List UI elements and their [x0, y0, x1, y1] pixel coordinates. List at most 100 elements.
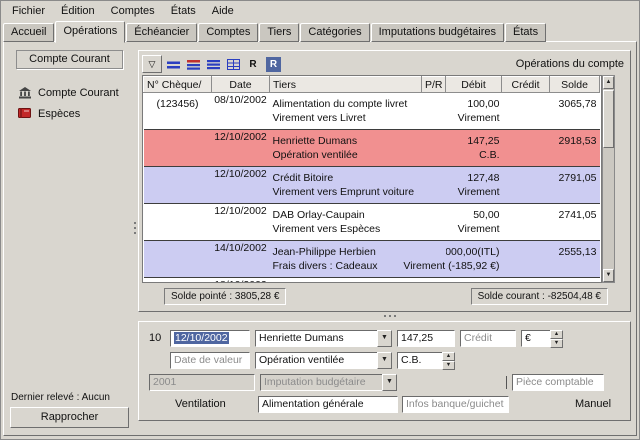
transactions-table-wrap: N° Chèque/ Date Tiers P/R Débit Crédit S… [142, 75, 615, 283]
transaction-row[interactable]: 12/10/2002 Henriette Dumans 147,25 2918,… [144, 130, 600, 167]
form-row-2: Date de valeur Opération ventilée ▼ C.B.… [149, 351, 622, 369]
red-blue-bars-icon [187, 59, 200, 70]
header-date[interactable]: Date [212, 77, 270, 93]
header-solde[interactable]: Solde [550, 77, 600, 93]
tab-etats[interactable]: États [505, 23, 546, 42]
tabbar: Accueil Opérations Échéancier Comptes Ti… [3, 21, 637, 42]
horizontal-splitter[interactable] [138, 312, 631, 321]
transaction-row[interactable]: 12/10/2002 Crédit Bitoire 127,48 2791,05… [144, 167, 600, 204]
view-grid-button[interactable] [224, 55, 242, 73]
transaction-form: 10 12/10/2002 Henriette Dumans ▼ 147,25 … [138, 321, 631, 421]
voucher-input[interactable]: Pièce comptable [512, 374, 604, 391]
solde-courant-box: Solde courant : -82504,48 € [471, 288, 608, 305]
spin-down-icon[interactable]: ▼ [550, 339, 563, 348]
view-two-lines-button[interactable] [184, 55, 202, 73]
menu-etats[interactable]: États [163, 3, 204, 20]
transaction-row[interactable]: 12/10/2002 DAB Orlay-Caupain 50,00 2741,… [144, 204, 600, 241]
bank-account-icon [18, 86, 32, 99]
scroll-up-icon[interactable]: ▲ [603, 76, 614, 89]
payee-combo[interactable]: Henriette Dumans ▼ [255, 330, 392, 347]
scrollbar-thumb[interactable] [603, 90, 614, 148]
view-one-line-button[interactable] [164, 55, 182, 73]
category-combo[interactable]: Opération ventilée ▼ [255, 352, 392, 369]
dropdown-arrow-icon[interactable]: ▼ [377, 330, 392, 347]
tab-comptes[interactable]: Comptes [198, 23, 258, 42]
breakdown-category-input[interactable]: Alimentation générale [258, 396, 398, 413]
transactions-toolbar: ▽ R R Opérations du compte [142, 54, 627, 74]
balances-row: Solde pointé : 3805,28 € Solde courant :… [142, 288, 627, 305]
reconcile-button[interactable]: Rapprocher [10, 407, 129, 428]
form-row-4: Ventilation Alimentation générale Infos … [149, 396, 622, 414]
splitter-grip-icon [134, 222, 136, 224]
transaction-number: 10 [149, 332, 165, 344]
transactions-panel: ▽ R R Opérations du compte [138, 50, 631, 312]
form-row-1: 10 12/10/2002 Henriette Dumans ▼ 147,25 … [149, 329, 622, 347]
tab-operations[interactable]: Opérations [55, 21, 125, 43]
credit-input[interactable]: Crédit [460, 330, 516, 347]
spin-down-icon[interactable]: ▼ [442, 361, 455, 370]
last-statement-label: Dernier relevé : Aucun [11, 392, 129, 403]
transaction-row[interactable]: 18/10/2002 Fernand Dumans : Sala 10,00 2… [144, 278, 600, 284]
vertical-splitter[interactable] [131, 50, 138, 429]
header-debit[interactable]: Débit [446, 77, 502, 93]
show-reconciled-button[interactable]: R [244, 55, 262, 73]
debit-input[interactable]: 147,25 [397, 330, 455, 347]
scroll-down-icon[interactable]: ▼ [603, 269, 614, 282]
hide-reconciled-button[interactable]: R [266, 57, 281, 72]
form-row-3: 2001 Imputation budgétaire ▼ Pièce compt… [149, 373, 622, 391]
dropdown-arrow-icon: ▼ [382, 374, 397, 391]
bank-info-input[interactable]: Infos banque/guichet [402, 396, 509, 413]
tab-categories[interactable]: Catégories [300, 23, 369, 42]
main-area: ▽ R R Opérations du compte [138, 50, 631, 421]
spin-up-icon[interactable]: ▲ [550, 330, 563, 339]
field-divider [506, 376, 507, 389]
tab-tiers[interactable]: Tiers [259, 23, 299, 42]
menu-edition[interactable]: Édition [53, 3, 103, 20]
account-title-frame: Compte Courant [16, 50, 123, 69]
menu-fichier[interactable]: Fichier [4, 3, 53, 20]
header-cheque[interactable]: N° Chèque/ [144, 77, 212, 93]
view-three-lines-button[interactable] [204, 55, 222, 73]
transactions-viewport: N° Chèque/ Date Tiers P/R Débit Crédit S… [142, 75, 602, 283]
header-pr[interactable]: P/R [422, 77, 446, 93]
account-item-especes[interactable]: Espèces [9, 103, 130, 124]
grisbi-window: Fichier Édition Comptes États Aide Accue… [0, 0, 640, 440]
date-input[interactable]: 12/10/2002 [170, 330, 250, 347]
splitter-grip-icon [384, 315, 386, 317]
breakdown-label: Ventilation [175, 398, 226, 410]
menu-comptes[interactable]: Comptes [103, 3, 163, 20]
grid-icon [227, 59, 240, 70]
currency-select[interactable]: € ▲▼ [521, 330, 563, 347]
header-credit[interactable]: Crédit [502, 77, 550, 93]
account-label: Espèces [38, 108, 80, 120]
manual-label: Manuel [575, 398, 611, 410]
account-item-compte-courant[interactable]: Compte Courant [9, 82, 130, 103]
tab-imputations[interactable]: Imputations budgétaires [371, 23, 504, 42]
account-label: Compte Courant [38, 87, 119, 99]
sidebar-bottom: Dernier relevé : Aucun Rapprocher [9, 392, 130, 428]
filter-button[interactable]: ▽ [142, 55, 162, 73]
account-list: Compte Courant Espèces [9, 82, 130, 124]
three-bars-icon [207, 59, 220, 70]
transaction-row[interactable]: 14/10/2002 Jean-Philippe Herbien 000,00(… [144, 241, 600, 278]
filter-icon: ▽ [149, 59, 156, 69]
dropdown-arrow-icon[interactable]: ▼ [377, 352, 392, 369]
two-bars-icon [167, 59, 180, 70]
menubar: Fichier Édition Comptes États Aide [2, 2, 638, 21]
exercise-select[interactable]: 2001 [149, 374, 255, 391]
tab-accueil[interactable]: Accueil [3, 23, 54, 42]
header-tiers[interactable]: Tiers [270, 77, 422, 93]
vertical-scrollbar[interactable]: ▲ ▼ [602, 75, 615, 283]
spin-up-icon[interactable]: ▲ [442, 352, 455, 361]
notebook-panel: Compte Courant Compte Courant Espèces De… [3, 41, 637, 436]
transactions-table: N° Chèque/ Date Tiers P/R Débit Crédit S… [143, 76, 600, 283]
menu-aide[interactable]: Aide [204, 3, 242, 20]
table-header-row: N° Chèque/ Date Tiers P/R Débit Crédit S… [144, 77, 600, 93]
solde-pointe-box: Solde pointé : 3805,28 € [164, 288, 286, 305]
value-date-input[interactable]: Date de valeur [170, 352, 250, 369]
budget-combo[interactable]: Imputation budgétaire ▼ [260, 374, 397, 391]
tab-echeancier[interactable]: Échéancier [126, 23, 197, 42]
cash-account-icon [18, 107, 32, 120]
transaction-row[interactable]: (123456) 08/10/2002 Alimentation du comp… [144, 93, 600, 130]
payment-method-select[interactable]: C.B. ▲▼ [397, 352, 455, 369]
